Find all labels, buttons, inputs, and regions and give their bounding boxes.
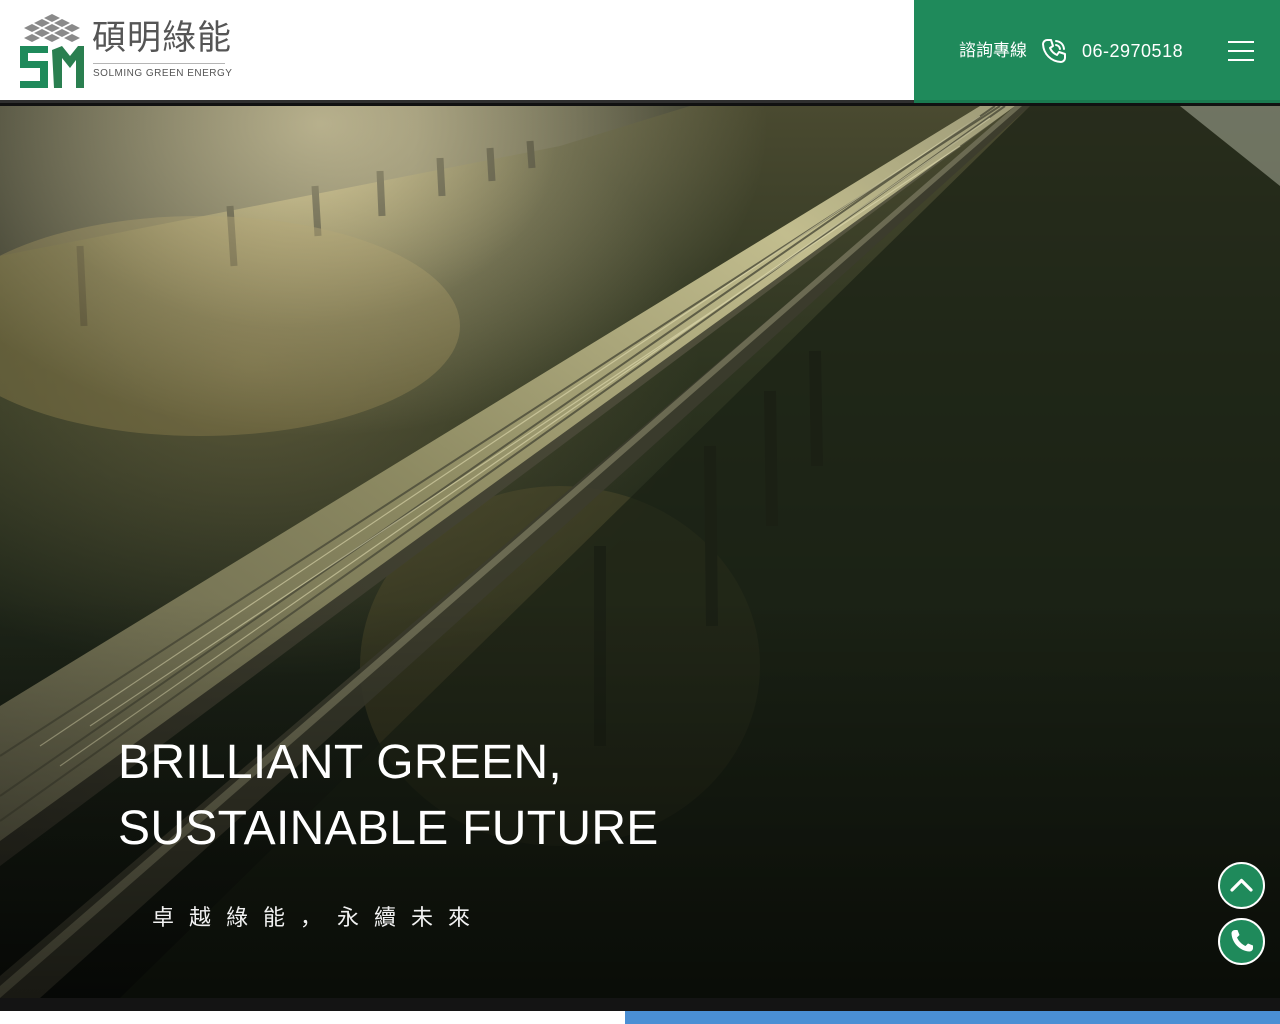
phone-icon [1231,930,1253,952]
logo-name-cn: 碩明綠能 [92,18,232,58]
menu-bar [1228,50,1254,52]
hero-banner: BRILLIANT GREEN, SUSTAINABLE FUTURE 卓越綠能… [0,106,1280,998]
logo-name-en: SOLMING GREEN ENERGY [93,68,233,79]
hero-title-line-2: SUSTAINABLE FUTURE [118,802,659,855]
hero-subtitle: 卓越綠能，永續未來 [152,906,486,931]
hero-title: BRILLIANT GREEN, SUSTAINABLE FUTURE [118,730,659,862]
logo-mark [20,14,84,88]
page: 碩明綠能 SOLMING GREEN ENERGY 諮詢專線 06-297051… [0,0,1280,1024]
contact-phone-number[interactable]: 06-2970518 [1082,38,1183,64]
chevron-up-icon [1230,878,1253,892]
section-preview-right [625,1011,1280,1024]
scroll-to-top-button[interactable] [1218,862,1265,909]
hero-overlay [0,106,1280,998]
site-header: 碩明綠能 SOLMING GREEN ENERGY 諮詢專線 06-297051… [0,0,1280,103]
section-preview-left [0,1011,625,1024]
menu-bar [1228,41,1254,43]
site-logo[interactable]: 碩明綠能 SOLMING GREEN ENERGY [18,12,248,92]
menu-bar [1228,59,1254,61]
logo-divider [93,63,225,64]
contact-hotline-panel: 諮詢專線 06-2970518 [914,0,1280,103]
call-button[interactable] [1218,918,1265,965]
hero-title-line-1: BRILLIANT GREEN, [118,736,563,789]
hamburger-menu-icon[interactable] [1228,38,1256,64]
contact-label: 諮詢專線 [959,41,1027,61]
phone-icon [1042,39,1066,63]
